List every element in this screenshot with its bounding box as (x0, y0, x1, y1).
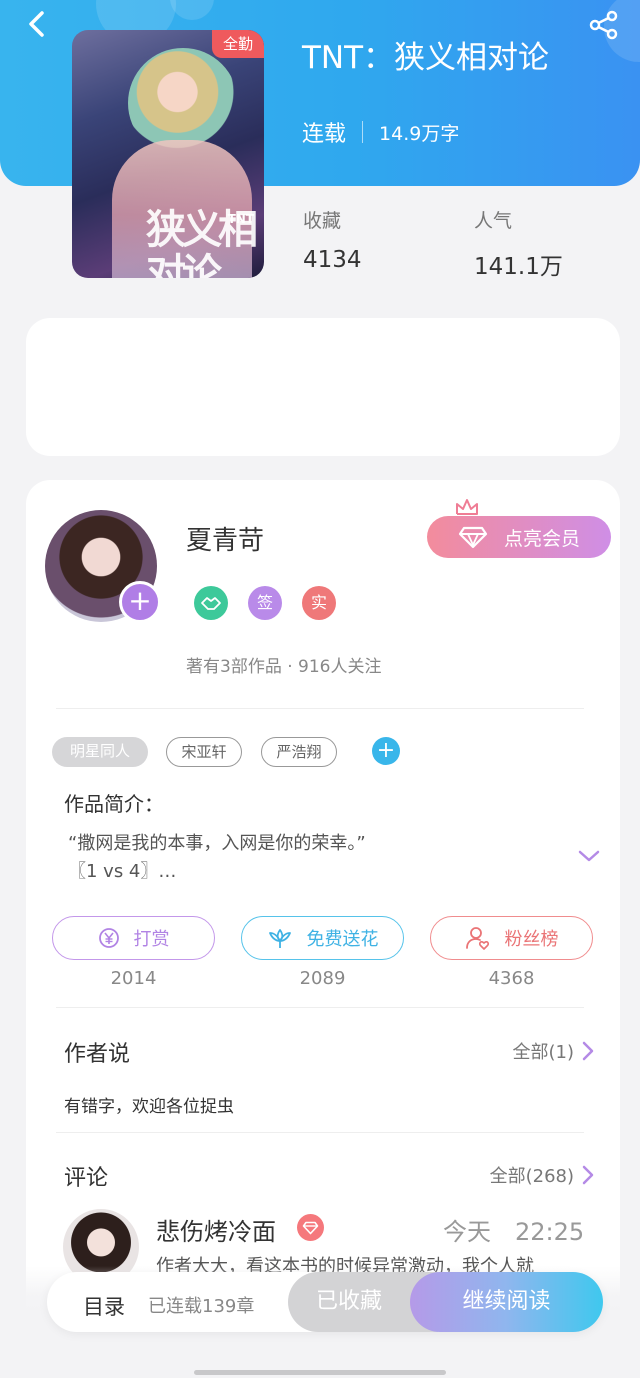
handshake-badge[interactable] (194, 586, 228, 620)
commenter-name[interactable]: 悲伤烤冷面 (156, 1212, 276, 1247)
tag-item[interactable]: 严浩翔 (261, 737, 337, 767)
tag-item[interactable]: 宋亚轩 (166, 737, 242, 767)
comment-time: 今天 22:25 (443, 1218, 585, 1246)
comments-more-link[interactable]: 全部(268) (490, 1162, 594, 1188)
category-tag[interactable]: 明星同人 (52, 737, 148, 767)
diamond-icon (302, 1221, 319, 1234)
add-tag-button[interactable]: + (372, 737, 400, 765)
cover-badge: 全勤 (212, 30, 264, 58)
plus-icon: + (376, 738, 396, 763)
share-icon (589, 10, 618, 40)
decor-bubble (170, 0, 214, 20)
more-label: 全部(268) (489, 1166, 574, 1187)
divider (56, 708, 584, 709)
action-label: 免费送花 (306, 929, 379, 950)
author-badges: 签 实 (194, 586, 356, 620)
chevron-right-icon (582, 1041, 594, 1061)
author-says-heading: 作者说 (64, 1042, 131, 1067)
send-flower-button[interactable]: 免费送花 (241, 916, 404, 960)
tip-button[interactable]: 打赏 (52, 916, 215, 960)
cover-mark: TNT (227, 212, 254, 226)
chevron-right-icon (582, 1165, 594, 1185)
vip-badge (297, 1214, 324, 1241)
fan-ranking-button[interactable]: 粉丝榜 (430, 916, 593, 960)
book-status: 连载 (302, 122, 347, 147)
follow-author-button[interactable]: + (119, 581, 161, 623)
author-name[interactable]: 夏青苛 (186, 520, 264, 557)
catalog-button[interactable]: 目录 (83, 1291, 125, 1321)
intro-heading: 作品简介： (64, 792, 164, 816)
intro-line: 〖1 vs 4〗… (68, 861, 177, 882)
stat-value: 141.1万 (474, 254, 563, 280)
stat-value: 4134 (303, 247, 362, 273)
book-meta-row: 连载 14.9万字 (302, 116, 459, 148)
divider (56, 1132, 584, 1133)
serial-info: 已连载139章 (148, 1296, 255, 1317)
fan-count: 4368 (488, 968, 535, 989)
handshake-icon (201, 597, 221, 610)
action-label: 打赏 (133, 929, 170, 950)
back-button[interactable] (22, 10, 52, 40)
diamond-icon (458, 526, 488, 549)
stat-label: 人气 (474, 210, 513, 232)
yen-coin-icon (98, 928, 119, 948)
share-button[interactable] (588, 10, 620, 40)
book-title: TNT：狭义相对论 (302, 40, 550, 76)
comments-heading: 评论 (64, 1166, 109, 1191)
stat-label: 收藏 (303, 210, 342, 232)
fan-ranking-icon (465, 927, 489, 950)
flower-icon (268, 929, 291, 948)
stat-popularity: 人气 141.1万 (474, 206, 563, 281)
continue-reading-button[interactable]: 继续阅读 (410, 1272, 603, 1332)
signed-badge[interactable]: 签 (248, 586, 282, 620)
verified-badge[interactable]: 实 (302, 586, 336, 620)
author-says-more-link[interactable]: 全部(1) (513, 1038, 595, 1064)
chevron-left-icon (29, 11, 44, 37)
book-cover[interactable]: 狭义相对论 TNT 全勤 (72, 30, 264, 278)
divider (56, 1007, 584, 1008)
tip-count: 2014 (110, 968, 157, 989)
plus-icon: + (128, 584, 152, 617)
author-works-info: 著有3部作品 · 916人关注 (186, 657, 382, 677)
action-label: 粉丝榜 (504, 929, 559, 950)
word-count: 14.9万字 (379, 122, 460, 145)
intro-text[interactable]: “撒网是我的本事，入网是你的荣幸。” 〖1 vs 4〗… (68, 830, 538, 886)
activate-membership-button[interactable]: 点亮会员 (427, 516, 611, 558)
membership-label: 点亮会员 (503, 527, 580, 550)
stat-favorites: 收藏 4134 (303, 206, 362, 273)
more-label: 全部(1) (512, 1042, 575, 1063)
crown-icon (456, 499, 478, 515)
meta-divider (362, 121, 364, 143)
chevron-down-icon[interactable] (578, 848, 600, 864)
home-indicator (194, 1370, 446, 1375)
blank-card (26, 318, 620, 456)
intro-line: “撒网是我的本事，入网是你的荣幸。” (68, 833, 366, 854)
flower-count: 2089 (299, 968, 346, 989)
author-says-text: 有错字，欢迎各位捉虫 (64, 1097, 234, 1117)
